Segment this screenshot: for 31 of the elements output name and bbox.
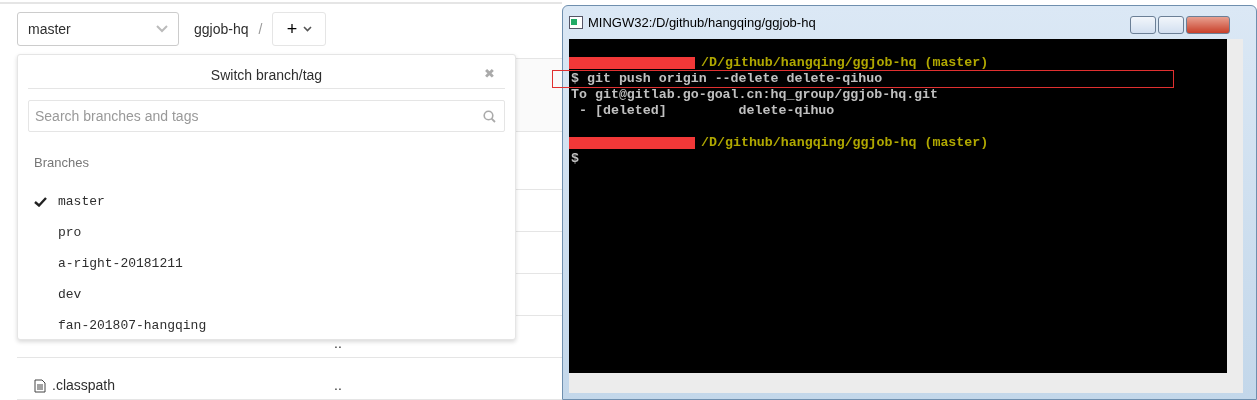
chevron-down-icon [156,25,168,33]
branch-item[interactable]: master [28,186,505,218]
caret-icon [303,26,313,32]
search-field[interactable]: Search branches and tags [28,100,505,132]
breadcrumb-separator: / [258,19,263,39]
vertical-scrollbar[interactable] [1227,39,1243,373]
horizontal-scrollbar[interactable] [569,373,1243,393]
add-button[interactable]: + [272,12,327,46]
close-button[interactable] [1186,16,1230,34]
project-link[interactable]: ggjob-hq [194,18,249,40]
branch-item[interactable]: dev [28,279,505,311]
prompt-text: /D/github/hangqing/ggjob-hq (master) [701,135,989,151]
output-text: - [deleted] delete-qihuo [577,103,835,119]
command-text: $ git push origin --delete delete-qihuo [571,71,883,87]
commit-cell-text: .. [334,376,342,395]
branch-item[interactable]: pro [28,217,505,249]
file-name[interactable]: .classpath [52,375,116,396]
maximize-button[interactable] [1158,16,1184,34]
section-label: Branches [34,154,90,172]
branch-item[interactable]: a-right-20181211 [28,248,505,280]
window-title: MINGW32:/D/github/hangqing/ggjob-hq [588,13,816,32]
command-text: $ [571,151,579,167]
dropdown-title: Switch branch/tag [210,67,323,83]
output-text: To git@gitlab.go-goal.cn:hq_group/ggjob-hq.git [571,87,939,103]
search-icon [483,110,496,123]
minimize-button[interactable] [1130,16,1156,34]
prompt-text: /D/github/hangqing/ggjob-hq (master) [701,55,989,71]
file-icon [34,378,46,393]
check-icon [34,197,47,207]
branch-select[interactable]: master [17,12,179,46]
terminal-icon [569,16,583,29]
